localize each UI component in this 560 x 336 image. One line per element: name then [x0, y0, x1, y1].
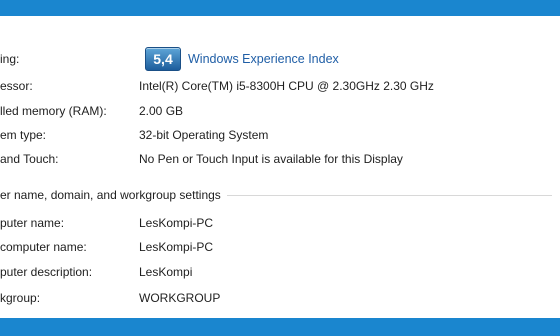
computer-name-label: puter name:	[0, 216, 65, 230]
rating-label: ing:	[0, 52, 20, 66]
full-computer-name-row: computer name: LesKompi-PC	[0, 238, 560, 256]
memory-row: lled memory (RAM): 2.00 GB	[0, 102, 560, 120]
computer-name-row: puter name: LesKompi-PC	[0, 214, 560, 232]
system-type-label: em type:	[0, 128, 47, 142]
processor-value: Intel(R) Core(TM) i5-8300H CPU @ 2.30GHz…	[139, 79, 434, 93]
processor-row: essor: Intel(R) Core(TM) i5-8300H CPU @ …	[0, 77, 560, 95]
windows-experience-index-link[interactable]: Windows Experience Index	[188, 52, 339, 66]
pen-touch-row: and Touch: No Pen or Touch Input is avai…	[0, 150, 560, 168]
pen-touch-label: and Touch:	[0, 152, 59, 166]
workgroup-value: WORKGROUP	[139, 291, 221, 305]
full-computer-name-label: computer name:	[0, 240, 87, 254]
wei-score-badge[interactable]: 5,4	[145, 47, 181, 71]
memory-label: lled memory (RAM):	[0, 104, 107, 118]
memory-value: 2.00 GB	[139, 104, 184, 118]
pen-touch-value: No Pen or Touch Input is available for t…	[139, 152, 403, 166]
workgroup-row: kgroup: WORKGROUP	[0, 289, 560, 307]
workgroup-label: kgroup:	[0, 291, 41, 305]
computer-description-label: puter description:	[0, 265, 93, 279]
section-title: er name, domain, and workgroup settings	[0, 186, 227, 204]
processor-label: essor:	[0, 79, 33, 93]
full-computer-name-value: LesKompi-PC	[139, 240, 214, 254]
system-properties-panel: ing: 5,4 Windows Experience Index essor:…	[0, 16, 560, 318]
computer-name-value: LesKompi-PC	[139, 216, 214, 230]
computer-description-value: LesKompi	[139, 265, 193, 279]
windows-experience-index[interactable]: 5,4 Windows Experience Index	[145, 47, 339, 71]
system-type-row: em type: 32-bit Operating System	[0, 126, 560, 144]
computer-description-row: puter description: LesKompi	[0, 263, 560, 281]
system-type-value: 32-bit Operating System	[139, 128, 269, 142]
computer-settings-section: er name, domain, and workgroup settings	[0, 186, 560, 204]
